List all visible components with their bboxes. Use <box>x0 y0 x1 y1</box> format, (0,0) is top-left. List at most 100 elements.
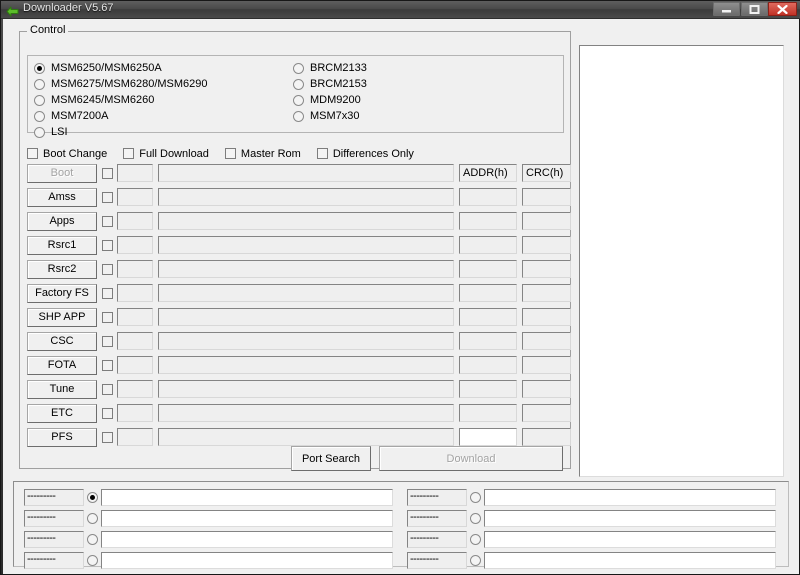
file-row-size-field[interactable] <box>117 260 153 278</box>
file-row-size-field[interactable] <box>117 188 153 206</box>
file-row-size-field[interactable] <box>117 164 153 182</box>
radio-icon[interactable] <box>34 110 45 122</box>
chip-option-brcm2133[interactable]: BRCM2133 <box>293 60 367 76</box>
port-tag-field[interactable]: --------- <box>24 551 84 569</box>
checkbox-boot-change[interactable]: Boot Change <box>27 148 107 160</box>
port-status-field[interactable] <box>484 551 776 569</box>
file-row-checkbox-icon[interactable] <box>102 359 113 371</box>
port-select-radio-icon[interactable] <box>470 512 481 524</box>
file-row-addr-field[interactable] <box>459 284 517 302</box>
file-row-path-field[interactable] <box>158 380 454 398</box>
file-row-addr-field[interactable] <box>459 380 517 398</box>
file-row-crc-field[interactable] <box>522 188 571 206</box>
radio-icon[interactable] <box>293 78 304 90</box>
file-row-crc-field[interactable]: CRC(h) <box>522 164 571 182</box>
radio-icon[interactable] <box>34 94 45 106</box>
file-row-path-field[interactable] <box>158 260 454 278</box>
port-select-radio-icon[interactable] <box>87 554 98 566</box>
port-status-field[interactable] <box>101 488 393 506</box>
port-select-radio-icon[interactable] <box>87 533 98 545</box>
file-row-button-pfs[interactable]: PFS <box>27 427 97 447</box>
chip-option-brcm2153[interactable]: BRCM2153 <box>293 76 367 92</box>
radio-icon[interactable] <box>293 62 304 74</box>
chip-option-msm6250[interactable]: MSM6250/MSM6250A <box>34 60 208 76</box>
port-status-field[interactable] <box>101 509 393 527</box>
file-row-checkbox-icon[interactable] <box>102 263 113 275</box>
file-row-checkbox-icon[interactable] <box>102 215 113 227</box>
file-row-button-rsrc1[interactable]: Rsrc1 <box>27 235 97 255</box>
file-row-button-etc[interactable]: ETC <box>27 403 97 423</box>
close-button[interactable] <box>768 2 797 16</box>
file-row-addr-field[interactable] <box>459 404 517 422</box>
file-row-size-field[interactable] <box>117 236 153 254</box>
file-row-button-shp-app[interactable]: SHP APP <box>27 307 97 327</box>
port-select-radio-icon[interactable] <box>87 512 98 524</box>
file-row-addr-field[interactable] <box>459 308 517 326</box>
file-row-path-field[interactable] <box>158 284 454 302</box>
file-row-checkbox-icon[interactable] <box>102 239 113 251</box>
chip-option-mdm9200[interactable]: MDM9200 <box>293 92 367 108</box>
port-status-field[interactable] <box>484 488 776 506</box>
file-row-size-field[interactable] <box>117 356 153 374</box>
title-bar[interactable]: Downloader V5.67 <box>1 1 800 19</box>
file-row-addr-field[interactable] <box>459 212 517 230</box>
file-row-size-field[interactable] <box>117 428 153 446</box>
chip-option-msm6245[interactable]: MSM6245/MSM6260 <box>34 92 208 108</box>
file-row-button-rsrc2[interactable]: Rsrc2 <box>27 259 97 279</box>
file-row-crc-field[interactable] <box>522 332 571 350</box>
file-row-crc-field[interactable] <box>522 308 571 326</box>
file-row-path-field[interactable] <box>158 428 454 446</box>
file-row-crc-field[interactable] <box>522 356 571 374</box>
file-row-addr-field[interactable] <box>459 260 517 278</box>
port-select-radio-icon[interactable] <box>470 554 481 566</box>
chip-option-msm6275[interactable]: MSM6275/MSM6280/MSM6290 <box>34 76 208 92</box>
file-row-path-field[interactable] <box>158 404 454 422</box>
file-row-addr-field[interactable] <box>459 356 517 374</box>
file-row-crc-field[interactable] <box>522 236 571 254</box>
radio-icon[interactable] <box>34 126 45 138</box>
port-status-field[interactable] <box>101 551 393 569</box>
file-row-button-factory-fs[interactable]: Factory FS <box>27 283 97 303</box>
maximize-button[interactable] <box>741 2 768 16</box>
file-row-path-field[interactable] <box>158 308 454 326</box>
file-row-checkbox-icon[interactable] <box>102 335 113 347</box>
file-row-crc-field[interactable] <box>522 284 571 302</box>
file-row-path-field[interactable] <box>158 212 454 230</box>
file-row-checkbox-icon[interactable] <box>102 191 113 203</box>
file-row-crc-field[interactable] <box>522 212 571 230</box>
radio-icon[interactable] <box>34 78 45 90</box>
checkbox-icon[interactable] <box>123 148 135 159</box>
file-row-checkbox-icon[interactable] <box>102 431 113 443</box>
port-status-field[interactable] <box>484 509 776 527</box>
file-row-path-field[interactable] <box>158 356 454 374</box>
chip-option-msm7200a[interactable]: MSM7200A <box>34 108 208 124</box>
checkbox-master-rom[interactable]: Master Rom <box>224 148 301 160</box>
radio-icon[interactable] <box>293 94 304 106</box>
port-select-radio-icon[interactable] <box>470 533 481 545</box>
file-row-addr-field[interactable] <box>459 332 517 350</box>
chip-option-msm7x30[interactable]: MSM7x30 <box>293 108 367 124</box>
file-row-path-field[interactable] <box>158 188 454 206</box>
port-status-field[interactable] <box>101 530 393 548</box>
checkbox-differences-only[interactable]: Differences Only <box>316 148 414 160</box>
file-row-path-field[interactable] <box>158 164 454 182</box>
file-row-size-field[interactable] <box>117 308 153 326</box>
file-row-path-field[interactable] <box>158 332 454 350</box>
log-output-panel[interactable] <box>579 45 784 477</box>
file-row-checkbox-icon[interactable] <box>102 287 113 299</box>
file-row-checkbox-icon[interactable] <box>102 383 113 395</box>
file-row-button-tune[interactable]: Tune <box>27 379 97 399</box>
file-row-addr-field[interactable] <box>459 428 517 446</box>
port-tag-field[interactable]: --------- <box>407 488 467 506</box>
port-tag-field[interactable]: --------- <box>407 530 467 548</box>
port-tag-field[interactable]: --------- <box>24 488 84 506</box>
file-row-crc-field[interactable] <box>522 404 571 422</box>
file-row-checkbox-icon[interactable] <box>102 167 113 179</box>
file-row-addr-field[interactable] <box>459 236 517 254</box>
file-row-button-amss[interactable]: Amss <box>27 187 97 207</box>
checkbox-icon[interactable] <box>224 148 236 159</box>
checkbox-icon[interactable] <box>27 148 38 159</box>
radio-icon[interactable] <box>293 110 304 122</box>
file-row-crc-field[interactable] <box>522 428 571 446</box>
file-row-addr-field[interactable] <box>459 188 517 206</box>
